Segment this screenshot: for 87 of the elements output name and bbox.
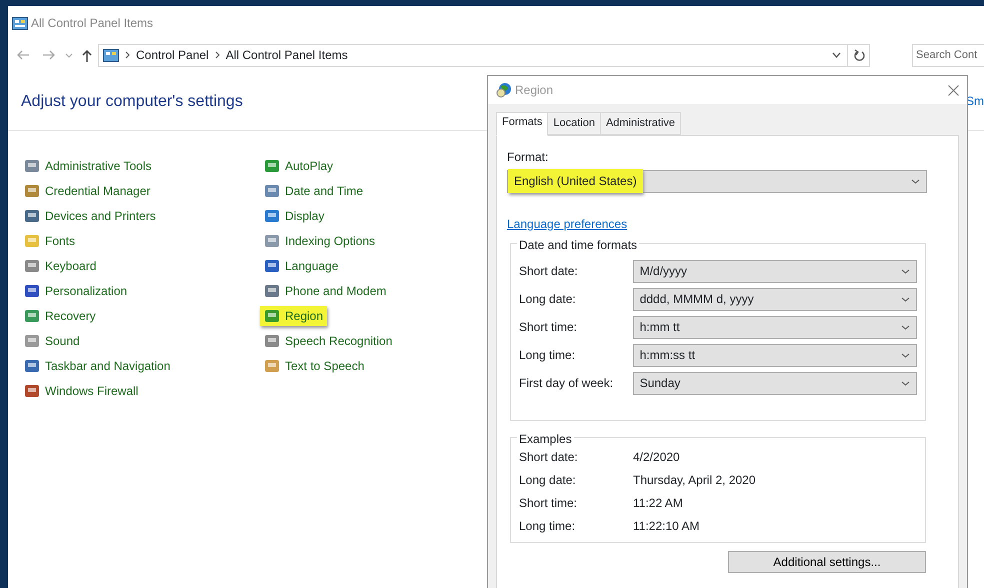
control-panel-item[interactable]: AutoPlay	[260, 156, 338, 176]
field-label: Short time:	[519, 319, 578, 336]
field-label: Long date:	[519, 291, 577, 308]
format-dropdown[interactable]: h:mm:ss tt	[632, 344, 917, 366]
control-panel-icon	[12, 16, 28, 30]
additional-settings-button[interactable]: Additional settings...	[728, 550, 926, 572]
chevron-down-icon	[901, 352, 910, 358]
control-panel-item[interactable]: Indexing Options	[260, 231, 380, 251]
format-dropdown[interactable]: Sunday	[632, 372, 917, 394]
applet-icon	[264, 283, 280, 299]
field-label: Long time:	[519, 347, 576, 364]
control-panel-item[interactable]: Keyboard	[20, 256, 100, 276]
field-label: First day of week:	[519, 375, 614, 392]
control-panel-item[interactable]: Sound	[20, 331, 84, 351]
applet-icon	[264, 308, 280, 324]
control-panel-item[interactable]: Credential Manager	[20, 181, 154, 201]
example-label: Short time:	[519, 494, 578, 512]
chevron-down-icon	[901, 296, 910, 302]
chevron-down-icon	[911, 178, 920, 184]
applet-icon	[24, 158, 40, 174]
control-panel-item[interactable]: Windows Firewall	[20, 381, 142, 401]
field-label: Format:	[507, 148, 550, 166]
applet-icon	[24, 258, 40, 274]
control-panel-icon	[103, 48, 119, 62]
applet-icon	[264, 258, 280, 274]
control-panel-item[interactable]: Phone and Modem	[260, 281, 390, 301]
control-panel-item[interactable]: Region	[260, 306, 328, 326]
applet-icon	[24, 208, 40, 224]
format-dropdown[interactable]: h:mm tt	[632, 316, 917, 338]
control-panel-item[interactable]: Taskbar and Navigation	[20, 356, 174, 376]
tab[interactable]: Administrative	[600, 112, 682, 134]
applet-icon	[24, 358, 40, 374]
control-panel-item[interactable]: Date and Time	[260, 181, 368, 201]
control-panel-item[interactable]: Fonts	[20, 231, 80, 251]
example-value: 4/2/2020	[633, 448, 680, 466]
control-panel-item[interactable]: Display	[260, 206, 328, 226]
globe-clock-icon	[496, 82, 512, 98]
refresh-icon[interactable]	[854, 49, 865, 61]
page-heading: Adjust your computer's settings	[20, 92, 243, 112]
applet-icon	[24, 183, 40, 199]
chevron-down-icon	[901, 324, 910, 330]
chevron-right-icon	[214, 51, 220, 59]
applet-icon	[264, 208, 280, 224]
chevron-down-icon	[901, 268, 910, 274]
applet-icon	[264, 183, 280, 199]
example-label: Long date:	[519, 472, 577, 488]
breadcrumb[interactable]: All Control Panel Items	[226, 46, 348, 64]
example-value: 11:22:10 AM	[633, 518, 700, 534]
close-icon[interactable]	[948, 84, 959, 96]
format-dropdown[interactable]: English (United States)	[507, 170, 927, 192]
breadcrumb[interactable]: Control Panel	[136, 46, 209, 64]
applet-icon	[24, 383, 40, 399]
applet-icon	[24, 233, 40, 249]
format-dropdown[interactable]: M/d/yyyy	[632, 260, 917, 282]
search-field[interactable]: Search Cont	[912, 44, 984, 66]
example-value: 11:22 AM	[633, 494, 683, 512]
applet-icon	[24, 308, 40, 324]
back-arrow-icon[interactable]	[16, 50, 30, 60]
chevron-down-icon[interactable]	[832, 52, 841, 58]
control-panel-item[interactable]: Language	[260, 256, 342, 276]
tab[interactable]: Location	[547, 112, 601, 134]
applet-icon	[24, 283, 40, 299]
control-panel-item[interactable]: Devices and Printers	[20, 206, 160, 226]
example-value: Thursday, April 2, 2020	[633, 472, 756, 488]
applet-icon	[264, 333, 280, 349]
applet-icon	[264, 158, 280, 174]
field-label: Short date:	[519, 263, 579, 280]
format-dropdown[interactable]: dddd, MMMM d, yyyy	[632, 288, 917, 310]
control-panel-item[interactable]: Speech Recognition	[260, 331, 396, 351]
address-bar[interactable]: Control Panel All Control Panel Items	[98, 44, 870, 66]
forward-arrow-icon[interactable]	[42, 50, 56, 60]
dialog-title: Region	[515, 82, 554, 99]
example-label: Short date:	[519, 448, 579, 466]
window-title: All Control Panel Items	[31, 15, 154, 32]
applet-icon	[24, 333, 40, 349]
tab[interactable]: Formats	[496, 112, 548, 136]
example-label: Long time:	[519, 518, 576, 534]
up-arrow-icon[interactable]	[82, 48, 92, 62]
control-panel-item[interactable]: Recovery	[20, 306, 100, 326]
control-panel-item[interactable]: Personalization	[20, 281, 132, 301]
chevron-down-icon	[901, 380, 910, 386]
chevron-right-icon	[125, 51, 130, 59]
control-panel-item[interactable]: Administrative Tools	[20, 156, 156, 176]
control-panel-item[interactable]: Text to Speech	[260, 356, 368, 376]
language-preferences-link[interactable]: Language preferences	[507, 216, 628, 230]
applet-icon	[264, 233, 280, 249]
applet-icon	[264, 358, 280, 374]
